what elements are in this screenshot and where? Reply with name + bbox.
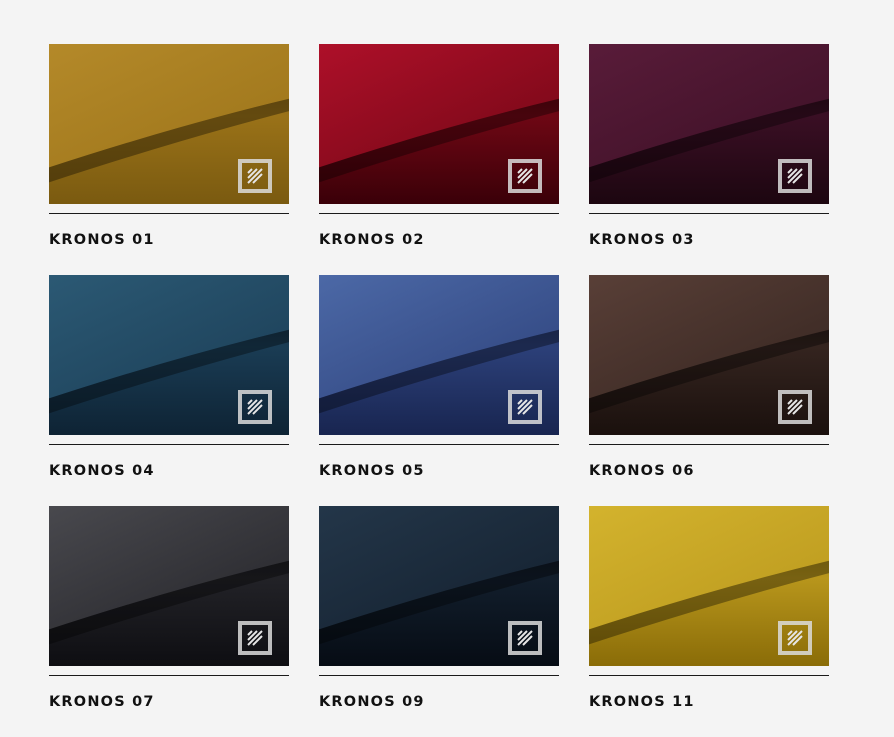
swatch-card[interactable]: KRONOS 05 (319, 275, 559, 506)
divider (49, 213, 289, 214)
fabric-logo-icon (508, 390, 542, 424)
swatch-label[interactable]: KRONOS 05 (319, 463, 425, 479)
fabric-logo-icon (238, 621, 272, 655)
fabric-logo-icon (238, 390, 272, 424)
divider (319, 213, 559, 214)
swatch-card[interactable]: KRONOS 09 (319, 506, 559, 737)
swatch-card[interactable]: KRONOS 02 (319, 44, 559, 275)
swatch-label[interactable]: KRONOS 11 (589, 694, 695, 710)
swatch-card[interactable]: KRONOS 03 (589, 44, 829, 275)
fabric-swatch-image[interactable] (49, 275, 289, 435)
swatch-label[interactable]: KRONOS 04 (49, 463, 155, 479)
fabric-logo-icon (778, 390, 812, 424)
fabric-swatch-image[interactable] (589, 44, 829, 204)
fabric-swatch-image[interactable] (319, 506, 559, 666)
swatch-card[interactable]: KRONOS 11 (589, 506, 829, 737)
fabric-swatch-image[interactable] (589, 506, 829, 666)
fabric-logo-icon (508, 621, 542, 655)
fabric-swatch-image[interactable] (319, 275, 559, 435)
divider (49, 444, 289, 445)
fabric-swatch-image[interactable] (319, 44, 559, 204)
fabric-swatch-image[interactable] (49, 506, 289, 666)
fabric-logo-icon (238, 159, 272, 193)
fabric-logo-icon (778, 159, 812, 193)
swatch-label[interactable]: KRONOS 09 (319, 694, 425, 710)
swatch-label[interactable]: KRONOS 02 (319, 232, 425, 248)
swatch-label[interactable]: KRONOS 07 (49, 694, 155, 710)
swatch-grid: KRONOS 01 KRONOS 02 KRONOS 03 KRONOS 04 KRON… (49, 44, 829, 737)
swatch-card[interactable]: KRONOS 06 (589, 275, 829, 506)
swatch-label[interactable]: KRONOS 06 (589, 463, 695, 479)
fabric-logo-icon (508, 159, 542, 193)
fabric-swatch-image[interactable] (49, 44, 289, 204)
divider (589, 213, 829, 214)
divider (319, 444, 559, 445)
swatch-label[interactable]: KRONOS 03 (589, 232, 695, 248)
divider (589, 675, 829, 676)
swatch-label[interactable]: KRONOS 01 (49, 232, 155, 248)
fabric-logo-icon (778, 621, 812, 655)
swatch-card[interactable]: KRONOS 01 (49, 44, 289, 275)
swatch-card[interactable]: KRONOS 07 (49, 506, 289, 737)
fabric-swatch-image[interactable] (589, 275, 829, 435)
divider (589, 444, 829, 445)
divider (49, 675, 289, 676)
swatch-card[interactable]: KRONOS 04 (49, 275, 289, 506)
divider (319, 675, 559, 676)
